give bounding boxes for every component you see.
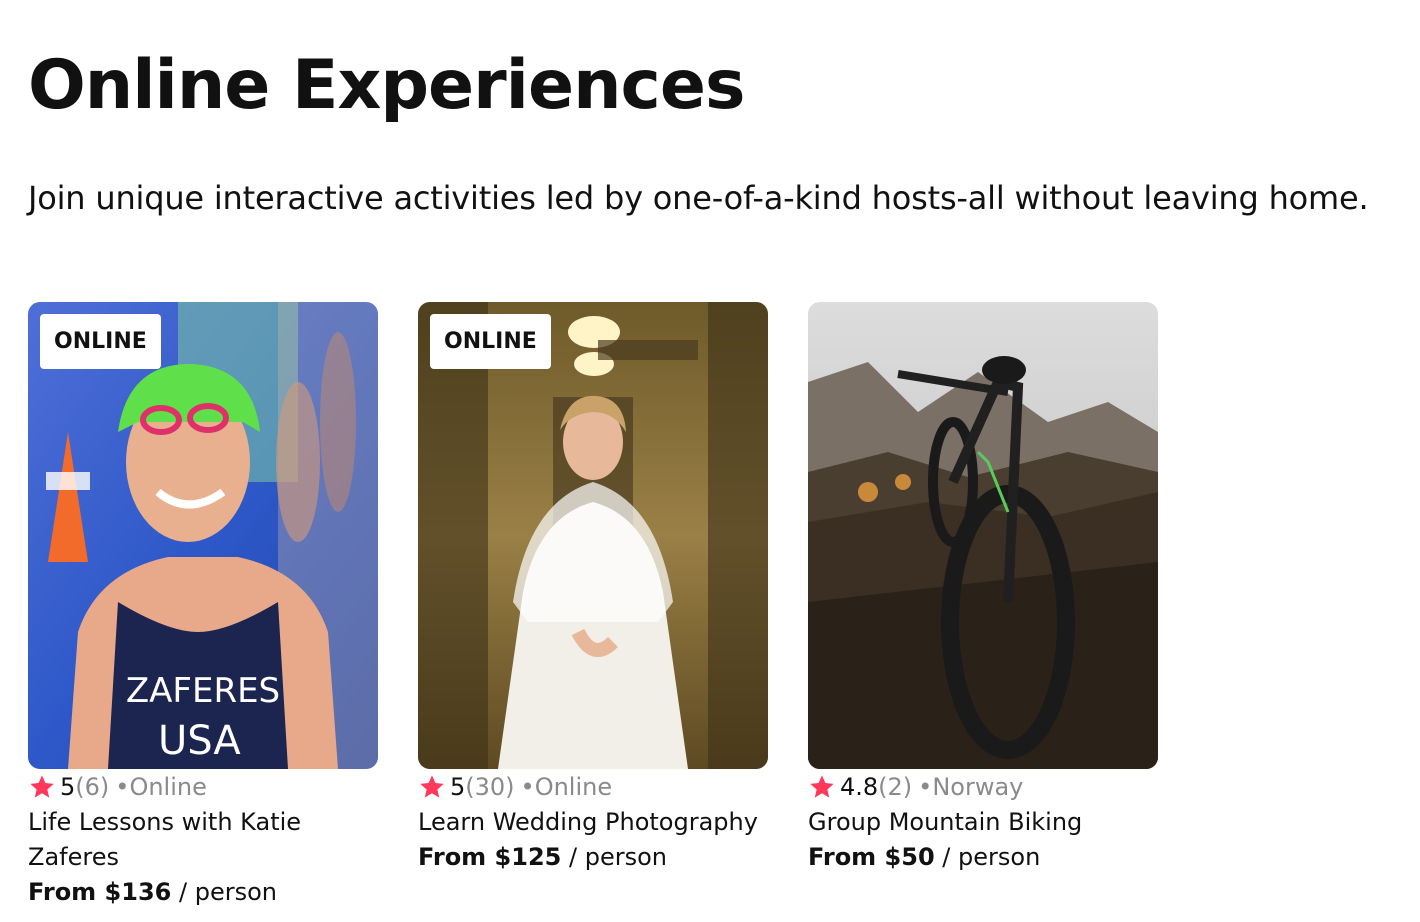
price-unit: person bbox=[194, 878, 277, 906]
price-unit: person bbox=[958, 843, 1041, 871]
experience-title[interactable]: Group Mountain Biking bbox=[808, 805, 1158, 840]
experience-card[interactable]: ONLINE 5 (30) • Online Learn Wedding Pho… bbox=[418, 302, 768, 910]
experience-title[interactable]: Learn Wedding Photography bbox=[418, 805, 768, 840]
svg-text:USA: USA bbox=[158, 718, 241, 764]
experience-photo-bride[interactable]: ONLINE bbox=[418, 302, 768, 769]
separator-dot: • bbox=[520, 773, 535, 801]
rating-row: 5 (6) • Online bbox=[28, 771, 378, 803]
mountain-bike-photo bbox=[808, 302, 1158, 769]
price-row: From $125 / person bbox=[418, 840, 768, 875]
price-separator: / bbox=[568, 843, 585, 871]
page-subtitle: Join unique interactive activities led b… bbox=[28, 179, 1369, 217]
review-count: (2) bbox=[878, 773, 913, 801]
experience-card-list: ZAFERES USA ONLINE 5 (6) • Online Life L… bbox=[28, 302, 1158, 910]
price-separator: / bbox=[942, 843, 959, 871]
rating-row: 4.8 (2) • Norway bbox=[808, 771, 1158, 803]
page-title: Online Experiences bbox=[28, 46, 745, 125]
star-icon bbox=[810, 775, 834, 798]
location-label: Online bbox=[129, 773, 207, 801]
experience-photo-bike[interactable] bbox=[808, 302, 1158, 769]
price-unit: person bbox=[584, 843, 667, 871]
online-badge: ONLINE bbox=[40, 314, 161, 369]
separator-dot: • bbox=[918, 773, 933, 801]
location-label: Online bbox=[534, 773, 613, 801]
online-badge: ONLINE bbox=[430, 314, 551, 369]
price-separator: / bbox=[178, 878, 195, 906]
price-row: From $50 / person bbox=[808, 840, 1158, 875]
price-amount: From $125 bbox=[418, 843, 562, 871]
separator-dot: • bbox=[115, 773, 130, 801]
rating-value: 5 bbox=[450, 773, 466, 801]
review-count: (6) bbox=[75, 773, 110, 801]
star-icon bbox=[30, 775, 54, 798]
experience-card[interactable]: ZAFERES USA ONLINE 5 (6) • Online Life L… bbox=[28, 302, 378, 910]
location-label: Norway bbox=[932, 773, 1024, 801]
svg-text:ZAFERES: ZAFERES bbox=[126, 671, 280, 711]
experience-title[interactable]: Life Lessons with Katie Zaferes bbox=[28, 805, 378, 875]
rating-row: 5 (30) • Online bbox=[418, 771, 768, 803]
star-icon bbox=[420, 775, 444, 798]
price-row: From $136 / person bbox=[28, 875, 378, 910]
rating-value: 4.8 bbox=[840, 773, 879, 801]
bride-photo bbox=[418, 302, 768, 769]
review-count: (30) bbox=[465, 773, 515, 801]
swimmer-photo: ZAFERES USA bbox=[28, 302, 378, 769]
price-amount: From $136 bbox=[28, 878, 172, 906]
experience-card[interactable]: 4.8 (2) • Norway Group Mountain Biking F… bbox=[808, 302, 1158, 910]
price-amount: From $50 bbox=[808, 843, 935, 871]
experience-photo-swimmer[interactable]: ZAFERES USA ONLINE bbox=[28, 302, 378, 769]
rating-value: 5 bbox=[60, 773, 76, 801]
page: Online Experiences Join unique interacti… bbox=[0, 0, 1420, 922]
